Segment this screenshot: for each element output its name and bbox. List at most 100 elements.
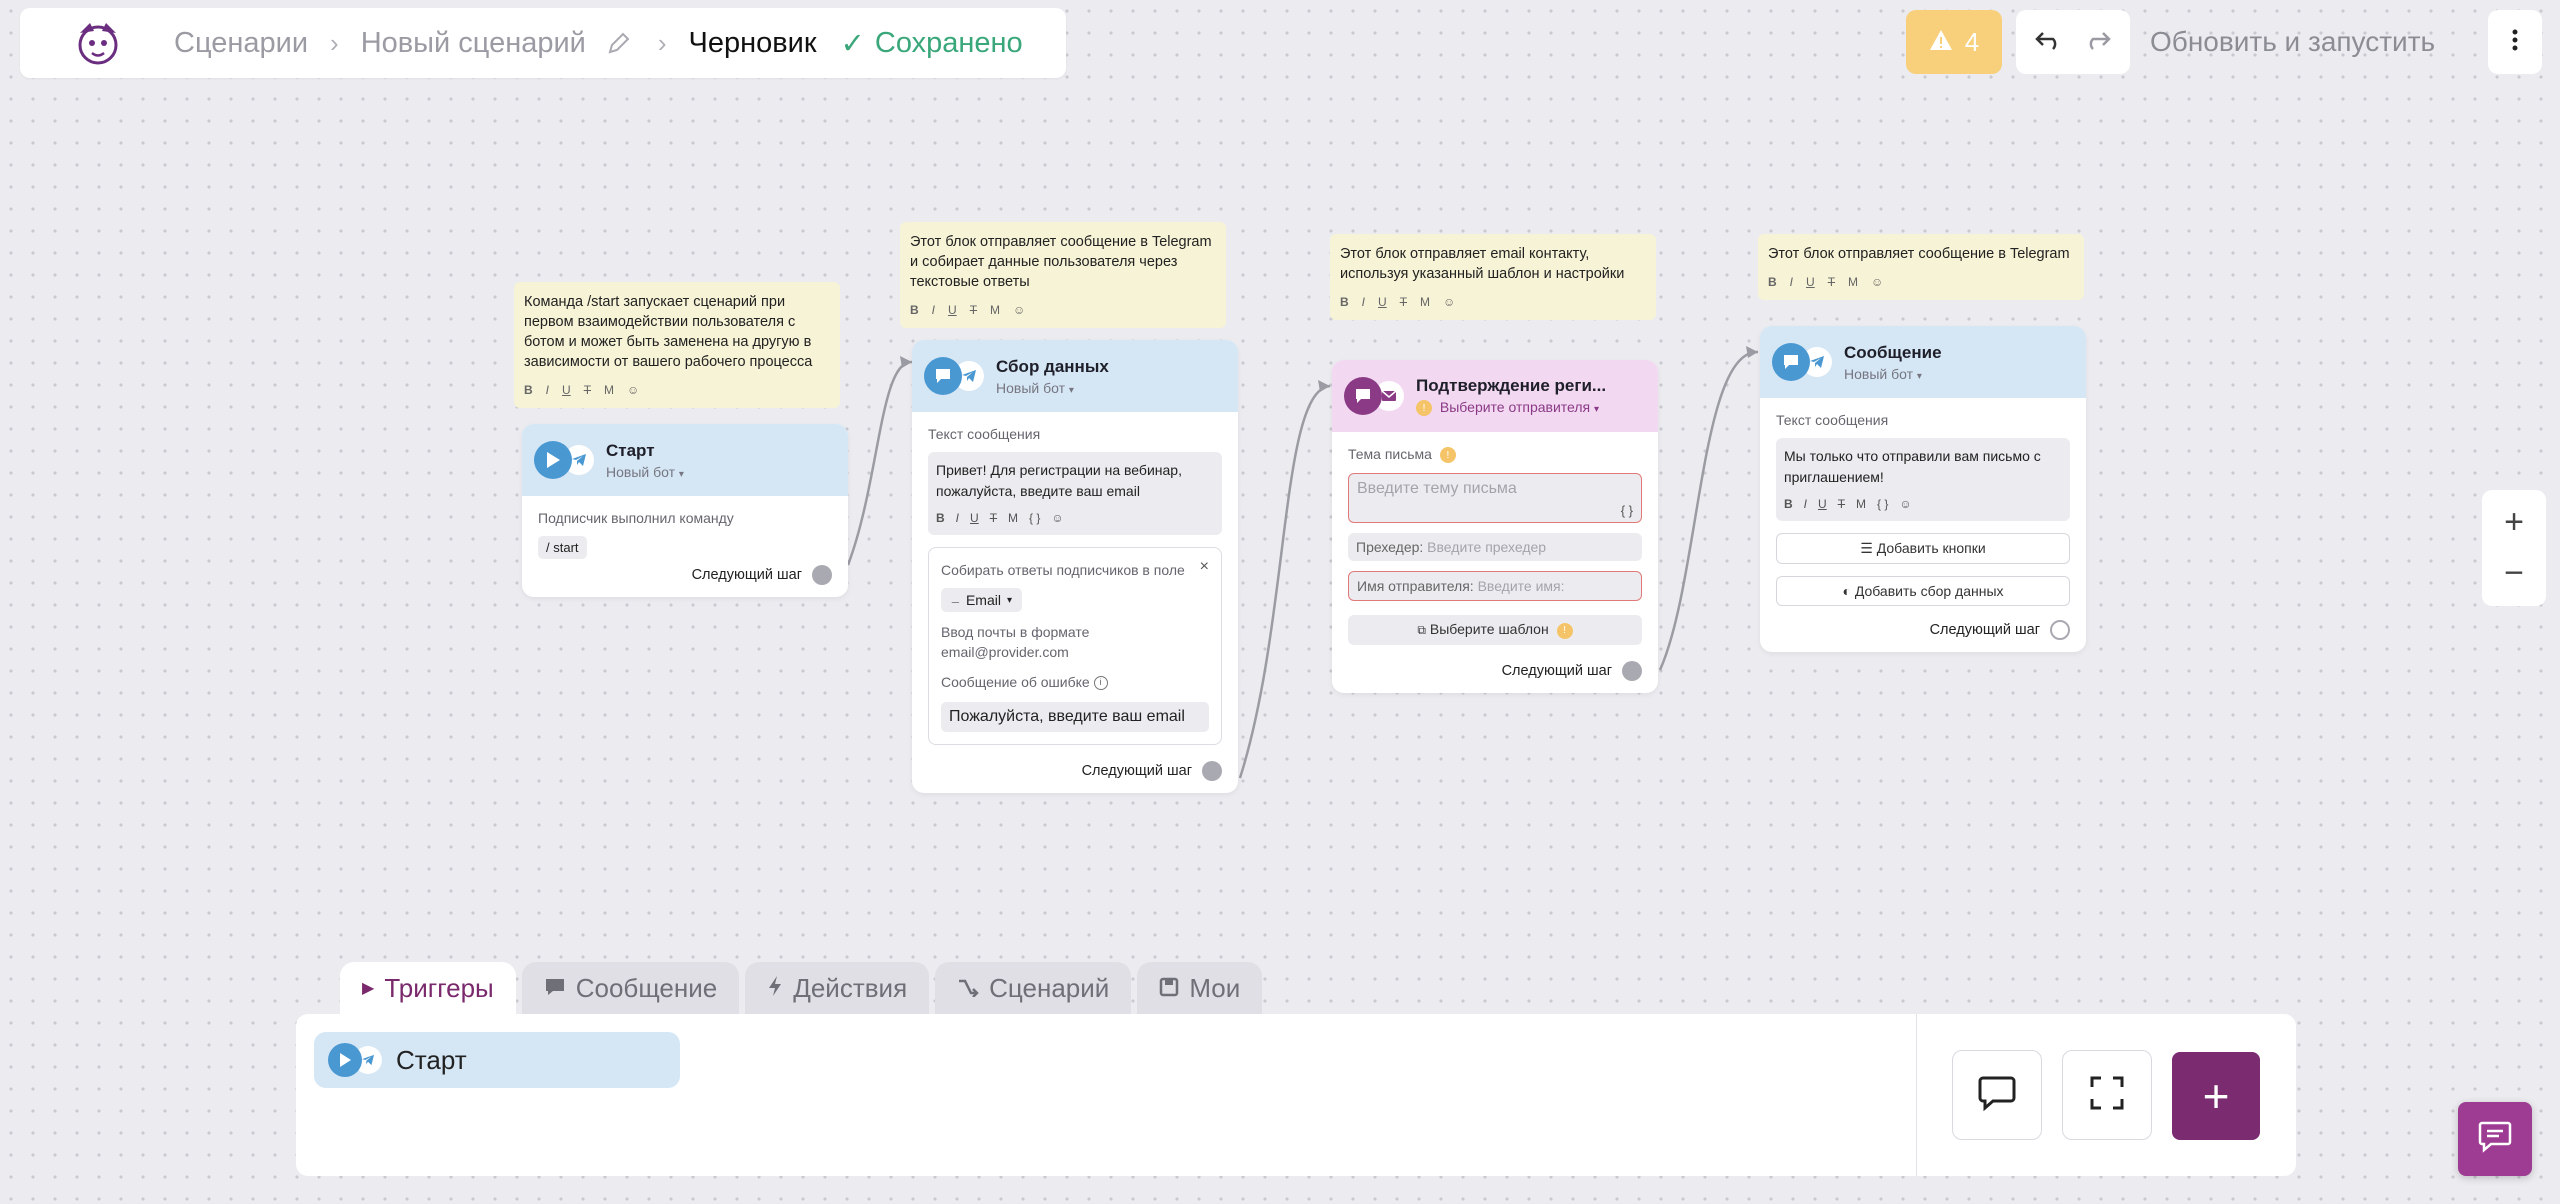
field-select[interactable]: ⚊ Email ▾ bbox=[941, 588, 1023, 612]
mono-button[interactable]: M bbox=[1420, 292, 1430, 312]
italic-button[interactable]: I bbox=[546, 380, 549, 400]
format-hint: Ввод почты в формате email@provider.com bbox=[941, 624, 1090, 660]
tab-actions[interactable]: Действия bbox=[745, 962, 930, 1014]
mono-button[interactable]: M bbox=[1856, 494, 1866, 515]
next-step-port[interactable] bbox=[2050, 620, 2070, 640]
italic-button[interactable]: I bbox=[932, 300, 935, 320]
status-draft: Черновик bbox=[688, 26, 817, 59]
update-and-run-button[interactable]: Обновить и запустить bbox=[2150, 26, 2435, 58]
note-start[interactable]: Команда /start запускает сценарий при пе… bbox=[514, 282, 840, 408]
node-message[interactable]: Сообщение Новый бот ▾ Текст сообщения Мы… bbox=[1760, 326, 2086, 652]
bold-button[interactable]: B bbox=[1784, 494, 1793, 515]
bold-button[interactable]: B bbox=[910, 300, 919, 320]
more-menu-button[interactable] bbox=[2488, 10, 2542, 74]
underline-button[interactable]: U bbox=[970, 508, 979, 529]
tab-mine[interactable]: Мои bbox=[1137, 962, 1263, 1014]
mono-button[interactable]: M bbox=[1848, 272, 1858, 292]
emoji-icon[interactable]: ☺ bbox=[1871, 272, 1883, 292]
variables-button[interactable]: { } bbox=[1877, 494, 1888, 515]
close-icon[interactable]: × bbox=[1200, 558, 1209, 576]
warning-icon: ! bbox=[1416, 400, 1432, 417]
node-header: Подтверждение реги... ! Выберите отправи… bbox=[1332, 360, 1658, 432]
add-block-button[interactable]: + bbox=[2172, 1052, 2260, 1140]
underline-button[interactable]: U bbox=[948, 300, 957, 320]
collect-icon: ◐ bbox=[1842, 583, 1851, 599]
variables-button[interactable]: { } bbox=[1621, 503, 1633, 518]
subject-input[interactable]: Введите тему письма { } bbox=[1348, 473, 1642, 524]
italic-button[interactable]: I bbox=[956, 508, 959, 529]
info-icon[interactable]: i bbox=[1093, 676, 1108, 691]
mono-button[interactable]: M bbox=[990, 300, 1000, 320]
choose-template-button[interactable]: ⧉ Выберите шаблон ! bbox=[1348, 615, 1642, 645]
node-collect-data[interactable]: Сбор данных Новый бот ▾ Текст сообщения … bbox=[912, 340, 1238, 793]
bold-button[interactable]: B bbox=[1340, 292, 1349, 312]
underline-button[interactable]: U bbox=[1806, 272, 1815, 292]
mono-button[interactable]: M bbox=[1008, 508, 1018, 529]
italic-button[interactable]: I bbox=[1804, 494, 1807, 515]
emoji-icon[interactable]: ☺ bbox=[627, 380, 639, 400]
error-message-input[interactable]: Пожалуйста, введите ваш email bbox=[941, 702, 1209, 732]
node-start[interactable]: Старт Новый бот ▾ Подписчик выполнил ком… bbox=[522, 424, 848, 597]
mono-button[interactable]: M bbox=[604, 380, 614, 400]
pencil-icon[interactable] bbox=[606, 30, 632, 56]
add-buttons-button[interactable]: ☰ Добавить кнопки bbox=[1776, 533, 2070, 564]
next-step-port[interactable] bbox=[812, 565, 832, 585]
strike-button[interactable]: T bbox=[970, 300, 977, 320]
list-icon: ☰ bbox=[1860, 540, 1873, 556]
emoji-icon[interactable]: ☺ bbox=[1443, 292, 1455, 312]
zoom-in-icon[interactable]: + bbox=[2504, 503, 2524, 542]
next-step-port[interactable] bbox=[1202, 761, 1222, 781]
breadcrumb-scenario-name[interactable]: Новый сценарий bbox=[361, 27, 586, 60]
command-tag[interactable]: / start bbox=[538, 536, 587, 559]
start-block-chip[interactable]: Старт bbox=[314, 1032, 680, 1088]
note-email[interactable]: Этот блок отправляет email контакту, исп… bbox=[1330, 234, 1656, 320]
underline-button[interactable]: U bbox=[1818, 494, 1827, 515]
preheader-input[interactable]: Прехедер: Введите прехедер bbox=[1348, 533, 1642, 562]
strike-button[interactable]: T bbox=[1838, 494, 1845, 515]
italic-button[interactable]: I bbox=[1790, 272, 1793, 292]
bot-selector[interactable]: Новый бот ▾ bbox=[606, 464, 684, 480]
support-chat-button[interactable] bbox=[2458, 1102, 2532, 1176]
note-message[interactable]: Этот блок отправляет сообщение в Telegra… bbox=[1758, 234, 2084, 300]
tab-triggers[interactable]: ▶ Триггеры bbox=[340, 962, 516, 1014]
fullscreen-button[interactable] bbox=[2062, 1050, 2152, 1140]
next-step-label: Следующий шаг bbox=[1929, 622, 2040, 638]
sender-name-input[interactable]: Имя отправителя: Введите имя: bbox=[1348, 571, 1642, 602]
bot-selector[interactable]: Новый бот ▾ bbox=[1844, 366, 1942, 382]
zoom-out-icon[interactable]: − bbox=[2504, 554, 2524, 593]
bot-selector[interactable]: Новый бот ▾ bbox=[996, 380, 1109, 396]
note-collect[interactable]: Этот блок отправляет сообщение в Telegra… bbox=[900, 222, 1226, 328]
strike-button[interactable]: T bbox=[1400, 292, 1407, 312]
tab-scenario[interactable]: Сценарий bbox=[935, 962, 1132, 1014]
add-collect-data-button[interactable]: ◐ Добавить сбор данных bbox=[1776, 576, 2070, 606]
variables-button[interactable]: { } bbox=[1029, 508, 1040, 529]
underline-button[interactable]: U bbox=[1378, 292, 1387, 312]
node-email[interactable]: Подтверждение реги... ! Выберите отправи… bbox=[1332, 360, 1658, 693]
comment-button[interactable] bbox=[1952, 1050, 2042, 1140]
emoji-icon[interactable]: ☺ bbox=[1899, 494, 1911, 515]
message-text-box[interactable]: Привет! Для регистрации на вебинар, пожа… bbox=[928, 452, 1222, 535]
message-text-box[interactable]: Мы только что отправили вам письмо с при… bbox=[1776, 438, 2070, 521]
strike-button[interactable]: T bbox=[584, 380, 591, 400]
caret-down-icon: ▾ bbox=[678, 468, 684, 480]
italic-button[interactable]: I bbox=[1362, 292, 1365, 312]
chat-bubble-icon bbox=[924, 357, 962, 395]
warnings-button[interactable]: 4 bbox=[1906, 10, 2002, 74]
next-step-port[interactable] bbox=[1622, 660, 1642, 681]
breadcrumb-scenarios[interactable]: Сценарии bbox=[174, 27, 308, 60]
app-logo-icon[interactable] bbox=[68, 13, 128, 73]
undo-icon[interactable] bbox=[2035, 29, 2063, 56]
strike-button[interactable]: T bbox=[1828, 272, 1835, 292]
emoji-icon[interactable]: ☺ bbox=[1051, 508, 1063, 529]
bold-button[interactable]: B bbox=[524, 380, 533, 400]
underline-button[interactable]: U bbox=[562, 380, 571, 400]
bold-button[interactable]: B bbox=[936, 508, 945, 529]
next-step-row: Следующий шаг bbox=[1776, 620, 2070, 640]
emoji-icon[interactable]: ☺ bbox=[1013, 300, 1025, 320]
sender-selector[interactable]: ! Выберите отправителя ▾ bbox=[1416, 399, 1606, 417]
bold-button[interactable]: B bbox=[1768, 272, 1777, 292]
redo-icon[interactable] bbox=[2083, 29, 2111, 56]
tab-message[interactable]: Сообщение bbox=[521, 962, 740, 1014]
strike-button[interactable]: T bbox=[990, 508, 997, 529]
caret-down-icon: ▾ bbox=[1916, 370, 1922, 382]
